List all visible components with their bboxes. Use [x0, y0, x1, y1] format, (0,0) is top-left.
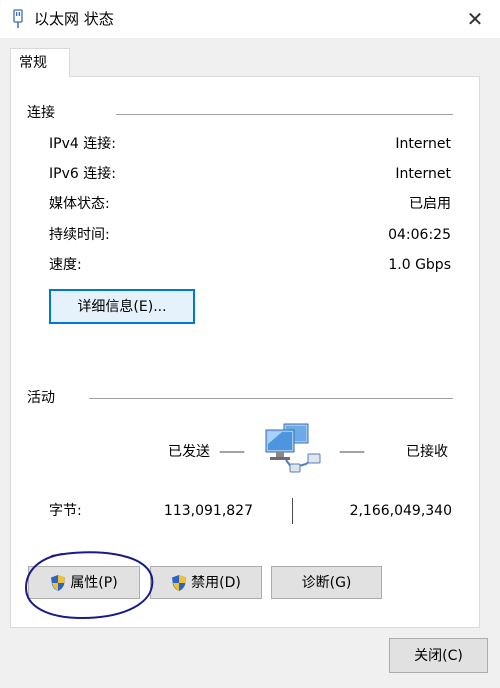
diagnose-button-label: 诊断(G) [301, 574, 352, 591]
bytes-separator [292, 498, 293, 524]
window-title: 以太网 状态 [34, 10, 114, 28]
activity-group-divider [89, 398, 453, 399]
ipv4-value: Internet [395, 136, 451, 152]
bytes-received-value: 2,166,049,340 [349, 503, 452, 519]
media-state-label: 媒体状态: [49, 196, 110, 212]
close-button[interactable]: 关闭(C) [389, 638, 488, 673]
details-button[interactable]: 详细信息(E)... [49, 289, 195, 324]
sent-label: 已发送 [168, 444, 210, 460]
connection-group-divider [116, 114, 453, 115]
speed-value: 1.0 Gbps [388, 257, 451, 273]
close-window-button[interactable]: ✕ [458, 4, 492, 34]
received-label: 已接收 [406, 444, 448, 460]
sent-dash: —— [219, 444, 245, 460]
network-computers-icon [265, 423, 321, 473]
annotation-circle [24, 551, 154, 620]
tab-general-label: 常规 [19, 55, 47, 71]
ipv6-label: IPv6 连接: [49, 166, 116, 182]
uac-shield-icon [172, 574, 187, 591]
media-state-value: 已启用 [409, 196, 451, 212]
title-bar: 以太网 状态 ✕ [0, 0, 500, 38]
bytes-sent-value: 113,091,827 [163, 503, 253, 519]
ethernet-icon [13, 9, 23, 28]
received-dash: —— [339, 444, 365, 460]
ipv6-value: Internet [395, 166, 451, 182]
duration-label: 持续时间: [49, 227, 110, 243]
ipv4-label: IPv4 连接: [49, 136, 116, 152]
speed-label: 速度: [49, 257, 82, 273]
disable-button[interactable]: 禁用(D) [150, 566, 262, 599]
tab-panel [10, 76, 480, 628]
connection-group-label: 连接 [27, 105, 55, 121]
disable-button-label: 禁用(D) [191, 574, 241, 591]
tab-general[interactable]: 常规 [10, 48, 70, 77]
duration-value: 04:06:25 [388, 227, 451, 243]
diagnose-button[interactable]: 诊断(G) [271, 566, 382, 599]
details-button-label: 详细信息(E)... [77, 298, 167, 315]
activity-group-label: 活动 [27, 390, 55, 406]
close-button-label: 关闭(C) [414, 647, 463, 664]
bytes-label: 字节: [49, 503, 82, 519]
